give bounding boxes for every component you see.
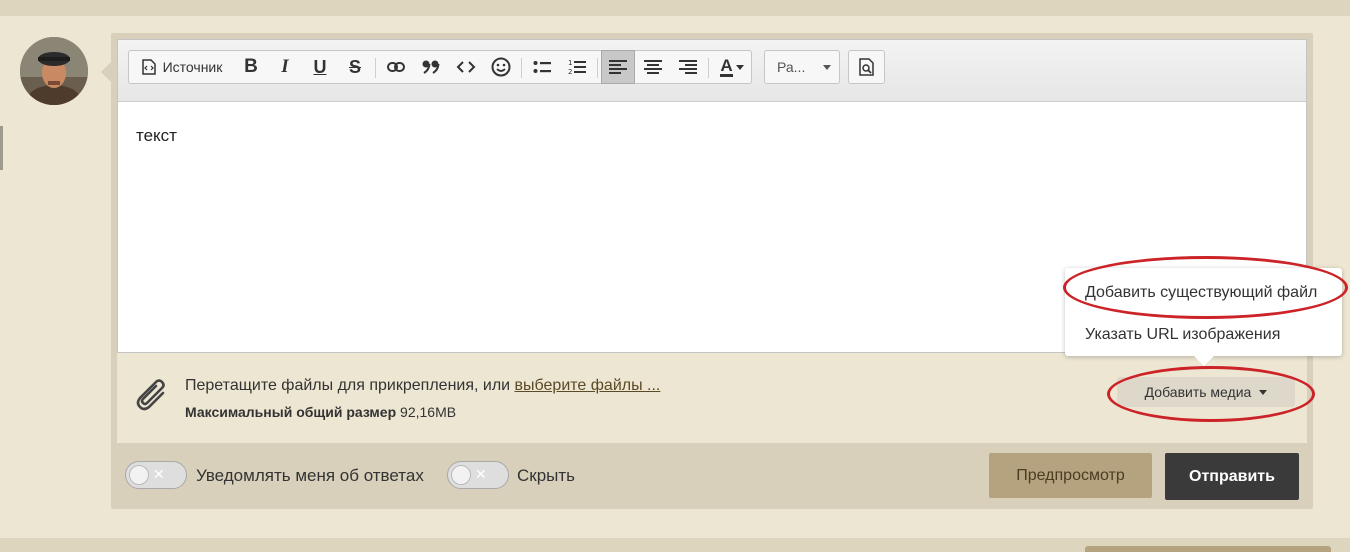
quote-icon — [422, 60, 440, 74]
toolbar-divider — [521, 58, 522, 78]
toolbar-divider — [375, 58, 376, 78]
toggle-off-icon: ✕ — [475, 466, 487, 482]
page-top-band — [0, 0, 1350, 16]
paperclip-icon — [136, 379, 165, 411]
align-left-icon — [609, 60, 627, 74]
strikethrough-button[interactable]: S — [340, 51, 370, 83]
hide-toggle[interactable]: ✕ — [447, 461, 509, 489]
link-icon — [387, 62, 405, 72]
notify-label: Уведомлять меня об ответах — [196, 466, 424, 485]
hide-label: Скрыть — [517, 466, 576, 485]
text-color-icon: A — [720, 55, 733, 77]
side-tab[interactable] — [0, 126, 3, 170]
max-size-info: Максимальный общий размер 92,16MB — [185, 404, 456, 420]
dropdown-pointer — [1194, 356, 1214, 366]
toggle-off-icon: ✕ — [153, 466, 165, 482]
send-button[interactable]: Отправить — [1165, 453, 1299, 500]
underline-button[interactable]: U — [305, 51, 335, 83]
smiley-icon — [491, 57, 511, 77]
numbered-list-button[interactable]: 12 — [562, 51, 592, 83]
link-button[interactable] — [381, 51, 411, 83]
avatar[interactable] — [20, 37, 88, 105]
chevron-down-icon — [735, 64, 744, 70]
preview-button[interactable]: Предпросмотр — [989, 453, 1152, 498]
align-center-icon — [644, 60, 662, 74]
align-right-button[interactable] — [673, 51, 703, 83]
choose-files-link[interactable]: выберите файлы ... — [515, 377, 661, 394]
italic-button[interactable]: I — [270, 51, 300, 83]
toolbar-divider — [708, 58, 709, 78]
attach-text: Перетащите файлы для прикрепления, или — [185, 377, 515, 394]
max-size-label: Максимальный общий размер — [185, 404, 397, 420]
source-button[interactable]: Источник — [133, 51, 231, 83]
chevron-down-icon — [823, 65, 831, 70]
bullet-list-button[interactable] — [527, 51, 557, 83]
source-icon — [141, 59, 156, 75]
bold-icon: B — [244, 56, 258, 77]
next-section-button-edge[interactable] — [1085, 546, 1331, 552]
align-center-button[interactable] — [638, 51, 668, 83]
toggle-knob — [451, 465, 471, 485]
panel-pointer — [101, 62, 111, 82]
svg-text:2: 2 — [568, 68, 572, 76]
highlight-ellipse-menu-item — [1063, 256, 1348, 319]
underline-icon: U — [313, 56, 327, 77]
formatting-group: Источник B I U S 12 A — [128, 50, 752, 84]
quote-button[interactable] — [416, 51, 446, 83]
code-button[interactable] — [451, 51, 481, 83]
toggle-knob — [129, 465, 149, 485]
smiley-button[interactable] — [486, 51, 516, 83]
font-size-dropdown[interactable]: Ра... — [764, 50, 840, 84]
toolbar-divider — [597, 58, 598, 78]
svg-text:1: 1 — [568, 59, 572, 67]
align-left-button[interactable] — [601, 50, 635, 84]
menu-item-image-url[interactable]: Указать URL изображения — [1085, 326, 1280, 344]
highlight-ellipse-media-button — [1107, 366, 1315, 422]
max-size-value: 92,16MB — [400, 404, 457, 420]
text-color-button[interactable]: A — [714, 51, 750, 83]
notify-toggle[interactable]: ✕ — [125, 461, 187, 489]
bullet-list-icon — [533, 61, 551, 73]
italic-icon: I — [281, 56, 289, 77]
font-size-label: Ра... — [777, 59, 806, 75]
editor-text-area[interactable]: текст — [136, 126, 177, 146]
preview-icon — [858, 58, 874, 76]
bold-button[interactable]: B — [236, 51, 266, 83]
preview-toggle-button[interactable] — [848, 50, 885, 84]
attach-instructions: Перетащите файлы для прикрепления, или в… — [185, 377, 660, 395]
align-right-icon — [679, 60, 697, 74]
numbered-list-icon: 12 — [568, 59, 586, 76]
strikethrough-icon: S — [348, 56, 361, 77]
editor-toolbar: Источник B I U S 12 A Ра... — [118, 40, 1306, 102]
source-label: Источник — [162, 59, 223, 75]
code-icon — [456, 61, 476, 73]
